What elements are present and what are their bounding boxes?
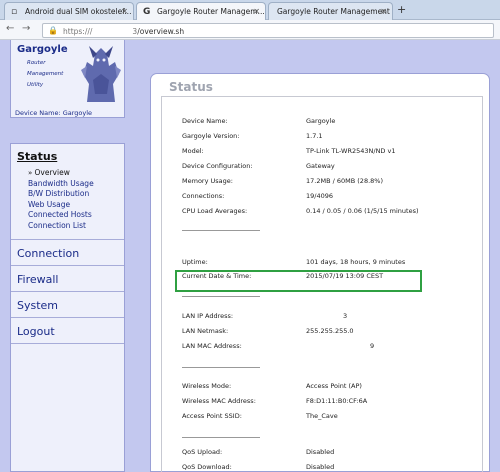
row-value: 17.2MB / 60MB (28.8%) <box>306 177 383 185</box>
status-header: Status <box>169 80 213 94</box>
row-value: Gateway <box>306 162 335 170</box>
row-value: F8:D1:11:B0:CF:6A <box>306 397 368 405</box>
row-label: Connections: <box>182 192 225 200</box>
status-panel: Status Device Name: Gargoyle Gargoyle Ver… <box>150 73 490 472</box>
row-label: CPU Load Averages: <box>182 207 248 215</box>
back-arrow-icon[interactable]: ← <box>6 23 14 34</box>
menu-divider <box>11 291 124 292</box>
row-label: Wireless MAC Address: <box>182 397 256 405</box>
browser-tab-android[interactable]: ▫ Android dual SIM okostelef... ✕ <box>4 2 134 20</box>
row-value: TP-Link TL-WR2543N/ND v1 <box>306 147 396 155</box>
menu-item-web-usage[interactable]: Web Usage <box>28 200 94 211</box>
device-name-label: Device Name: Gargoyle <box>15 109 93 117</box>
menu-system[interactable]: System <box>17 299 58 312</box>
section-divider <box>182 230 260 231</box>
menu-divider <box>11 343 124 344</box>
row-label: QoS Download: <box>182 463 232 471</box>
row-value: The_Cave <box>306 412 338 420</box>
menu-item-connected-hosts[interactable]: Connected Hosts <box>28 210 94 221</box>
tab-label: Android dual SIM okostelef... <box>25 7 132 16</box>
gargoyle-logo-icon <box>81 46 121 102</box>
section-divider <box>182 296 260 297</box>
row-label: Device Name: <box>182 117 228 125</box>
gargoyle-g-icon: G <box>143 7 151 17</box>
row-value: 1.7.1 <box>306 132 323 140</box>
url-host-mid: / <box>89 27 93 36</box>
page-icon: ▫ <box>11 7 18 17</box>
menu-divider <box>11 317 124 318</box>
browser-tab-gargoyle-active[interactable]: G Gargoyle Router Managem... ✕ <box>136 2 266 21</box>
logo-title: Gargoyle <box>17 44 68 55</box>
row-value: Gargoyle <box>306 117 336 125</box>
row-label: Uptime: <box>182 258 208 266</box>
row-label: LAN Netmask: <box>182 327 229 335</box>
gargoyle-page: Gargoyle Router Management Utility Devic… <box>0 40 500 472</box>
browser-tab-gargoyle[interactable]: Gargoyle Router Management ... ✕ <box>268 2 393 20</box>
menu-logout[interactable]: Logout <box>17 325 55 338</box>
url-scheme: https:// <box>63 27 90 36</box>
lock-icon: 🔒 <box>48 26 58 35</box>
menu-item-bandwidth-usage[interactable]: Bandwidth Usage <box>28 179 94 190</box>
side-menu: Status Overview Bandwidth Usage B/W Dist… <box>10 143 125 472</box>
logo-subtitle-line: Router <box>27 60 46 66</box>
tab-label: Gargoyle Router Management ... <box>277 7 393 16</box>
logo-panel: Gargoyle Router Management Utility Devic… <box>10 40 125 118</box>
row-label: Access Point SSID: <box>182 412 242 420</box>
browser-tab-strip: ▫ Android dual SIM okostelef... ✕ G Garg… <box>0 0 500 21</box>
section-divider <box>182 367 260 368</box>
row-label: Model: <box>182 147 204 155</box>
row-label: Gargoyle Version: <box>182 132 240 140</box>
row-value: Disabled <box>306 448 335 456</box>
row-value: 19/4096 <box>306 192 334 200</box>
browser-nav-bar: ← → 🔒 https:///3/overview.sh <box>0 20 500 40</box>
status-submenu: Overview Bandwidth Usage B/W Distributio… <box>28 168 94 232</box>
menu-status[interactable]: Status <box>17 150 57 163</box>
row-label: LAN IP Address: <box>182 312 234 320</box>
status-box: Device Name: Gargoyle Gargoyle Version: 1.… <box>161 96 483 472</box>
logo-subtitle-line: Utility <box>27 82 44 88</box>
row-label: Wireless Mode: <box>182 382 232 390</box>
row-value: 101 days, 18 hours, 9 minutes <box>306 258 406 266</box>
row-value: Disabled <box>306 463 335 471</box>
menu-item-bw-distribution[interactable]: B/W Distribution <box>28 189 94 200</box>
menu-divider <box>11 265 124 266</box>
menu-item-overview[interactable]: Overview <box>28 168 94 179</box>
close-tab-icon[interactable]: ✕ <box>121 7 128 16</box>
close-tab-icon[interactable]: ✕ <box>380 7 387 16</box>
forward-arrow-icon[interactable]: → <box>22 23 30 34</box>
row-label: LAN MAC Address: <box>182 342 242 350</box>
menu-connection[interactable]: Connection <box>17 247 79 260</box>
menu-divider <box>11 239 124 240</box>
tab-label: Gargoyle Router Managem... <box>157 7 265 16</box>
row-value: Access Point (AP) <box>306 382 362 390</box>
row-value: 3 <box>343 312 348 320</box>
row-label: Memory Usage: <box>182 177 233 185</box>
row-value: 255.255.255.0 <box>306 327 354 335</box>
menu-firewall[interactable]: Firewall <box>17 273 58 286</box>
row-value: 9 <box>370 342 375 350</box>
close-tab-icon[interactable]: ✕ <box>253 7 260 16</box>
logo-subtitle-line: Management <box>27 71 64 77</box>
new-tab-button[interactable]: + <box>397 3 406 16</box>
row-label: QoS Upload: <box>182 448 223 456</box>
uptime-highlight-box <box>175 270 422 292</box>
menu-item-connection-list[interactable]: Connection List <box>28 221 94 232</box>
row-value: 0.14 / 0.05 / 0.06 (1/5/15 minutes) <box>306 207 419 215</box>
url-path: /overview.sh <box>137 27 185 36</box>
row-label: Device Configuration: <box>182 162 253 170</box>
address-bar[interactable]: 🔒 https:///3/overview.sh <box>42 23 494 38</box>
section-divider <box>182 437 260 438</box>
